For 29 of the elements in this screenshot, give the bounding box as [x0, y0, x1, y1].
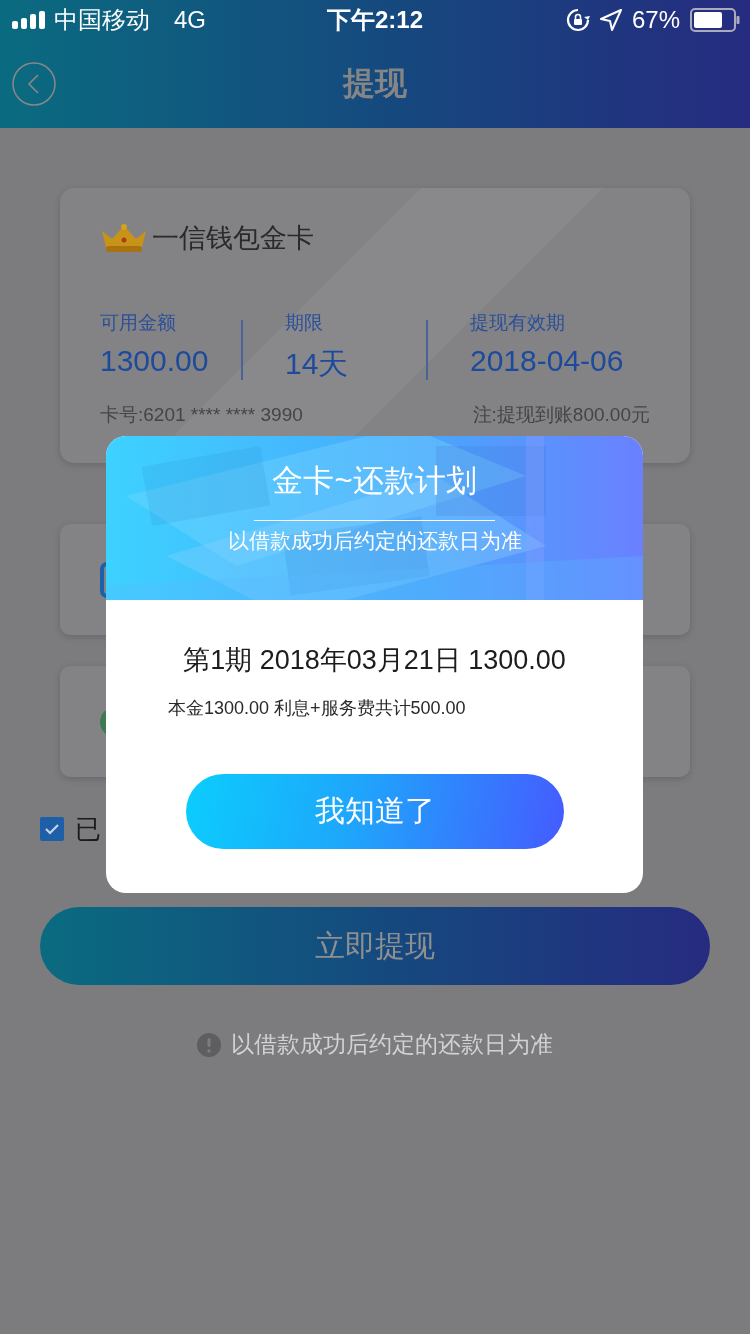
location-arrow-icon [599, 9, 622, 31]
stat-label: 可用金额 [100, 311, 177, 335]
dialog-title: 金卡~还款计划 [271, 462, 478, 500]
stat-label: 提现有效期 [470, 311, 566, 335]
dialog-subtitle: 以借款成功后约定的还款日为准 [226, 528, 523, 554]
withdraw-button[interactable]: 立即提现 [40, 907, 710, 985]
installment-line: 第1期 2018年03月21日 1300.00 [182, 644, 567, 677]
card-number: 卡号:6201 **** **** 3990 [100, 403, 303, 427]
carrier-name: 中国移动 [54, 5, 150, 35]
hint-text: 以借款成功后约定的还款日为准 [231, 1030, 553, 1059]
rotation-lock-icon [565, 8, 590, 32]
stat-value: 2018-04-06 [470, 344, 624, 378]
network-type: 4G [174, 6, 206, 34]
stat-label: 期限 [285, 311, 324, 335]
confirm-button[interactable]: 我知道了 [185, 774, 564, 849]
payout-note: 注:提现到账800.00元 [472, 403, 650, 427]
agreement-label: 已 [75, 812, 101, 846]
battery-percent: 67% [631, 6, 680, 34]
card-name: 一信钱包金卡 [152, 222, 314, 255]
clock-time: 下午2:12 [326, 6, 423, 33]
installment-detail: 本金1300.00 利息+服务费共计500.00 [168, 697, 467, 720]
stat-value: 1300.00 [100, 344, 210, 378]
stat-value: 14天 [285, 346, 350, 382]
checkbox[interactable] [40, 817, 64, 841]
info-icon [197, 1032, 221, 1057]
signal-icon [12, 11, 46, 29]
battery-icon [690, 8, 740, 32]
crown-icon [100, 223, 148, 253]
page-title: 提现 [343, 64, 407, 103]
